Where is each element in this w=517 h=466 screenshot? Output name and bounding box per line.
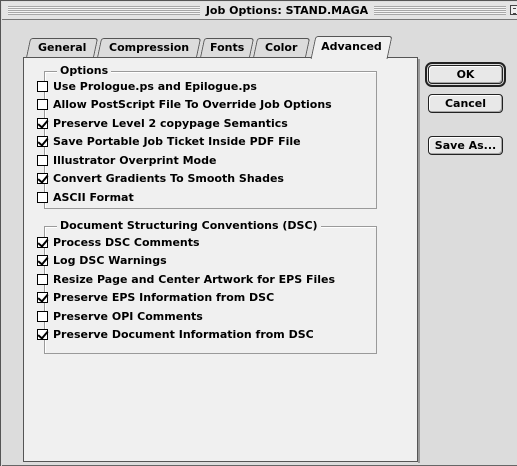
dsc-preserve-doc-info[interactable]: Preserve Document Information from DSC xyxy=(37,326,314,342)
option-ascii-format[interactable]: ASCII Format xyxy=(37,189,134,205)
checkbox-preserve-doc-info[interactable] xyxy=(37,328,48,340)
checkbox-process-dsc[interactable] xyxy=(37,236,48,248)
tab-advanced[interactable]: Advanced xyxy=(310,36,393,59)
dsc-resize-page[interactable]: Resize Page and Center Artwork for EPS F… xyxy=(37,271,335,287)
tab-fonts[interactable]: Fonts xyxy=(199,38,255,58)
title-bar-stripes-right xyxy=(374,6,506,15)
option-use-prologue[interactable]: Use Prologue.ps and Epilogue.ps xyxy=(37,78,257,94)
tab-compression[interactable]: Compression xyxy=(96,38,202,58)
dsc-preserve-opi-label: Preserve OPI Comments xyxy=(53,309,203,323)
option-preserve-copypage-label: Preserve Level 2 copypage Semantics xyxy=(53,116,288,130)
checkbox-preserve-eps-info[interactable] xyxy=(37,291,48,303)
option-preserve-copypage[interactable]: Preserve Level 2 copypage Semantics xyxy=(37,115,288,131)
tab-general-label: General xyxy=(37,41,87,54)
dsc-log-warnings-label: Log DSC Warnings xyxy=(53,253,167,267)
cancel-button[interactable]: Cancel xyxy=(428,94,503,113)
dsc-log-warnings[interactable]: Log DSC Warnings xyxy=(37,252,167,268)
dsc-process-comments-label: Process DSC Comments xyxy=(53,235,200,249)
dsc-process-comments[interactable]: Process DSC Comments xyxy=(37,234,200,250)
dsc-preserve-eps-info[interactable]: Preserve EPS Information from DSC xyxy=(37,289,274,305)
dsc-resize-page-label: Resize Page and Center Artwork for EPS F… xyxy=(53,272,336,286)
option-convert-gradients[interactable]: Convert Gradients To Smooth Shades xyxy=(37,170,284,186)
job-options-dialog: Job Options: STAND.MAGA General Compress… xyxy=(0,0,517,466)
tab-color[interactable]: Color xyxy=(252,38,311,58)
dsc-preserve-doc-info-label: Preserve Document Information from DSC xyxy=(53,327,314,341)
checkbox-preserve-opi[interactable] xyxy=(37,310,48,322)
option-allow-ps-override[interactable]: Allow PostScript File To Override Job Op… xyxy=(37,96,332,112)
dsc-preserve-opi[interactable]: Preserve OPI Comments xyxy=(37,308,203,324)
checkbox-convert-gradients[interactable] xyxy=(37,172,48,184)
checkbox-allow-ps-override[interactable] xyxy=(37,98,48,110)
dsc-preserve-eps-info-label: Preserve EPS Information from DSC xyxy=(53,290,275,304)
checkbox-resize-page[interactable] xyxy=(37,273,48,285)
checkbox-illustrator-overprint[interactable] xyxy=(37,154,48,166)
option-illustrator-overprint-label: Illustrator Overprint Mode xyxy=(53,153,217,167)
option-ascii-format-label: ASCII Format xyxy=(53,190,134,204)
title-bar[interactable]: Job Options: STAND.MAGA xyxy=(2,2,517,20)
checkbox-preserve-copypage[interactable] xyxy=(37,117,48,129)
title-bar-stripes-left xyxy=(8,6,200,15)
option-save-job-ticket[interactable]: Save Portable Job Ticket Inside PDF File xyxy=(37,133,301,149)
tab-fonts-label: Fonts xyxy=(209,41,245,54)
checkbox-ascii-format[interactable] xyxy=(37,191,48,203)
dsc-group-title: Document Structuring Conventions (DSC) xyxy=(57,218,321,234)
option-use-prologue-label: Use Prologue.ps and Epilogue.ps xyxy=(53,79,257,93)
tab-color-label: Color xyxy=(265,41,298,54)
checkbox-save-job-ticket[interactable] xyxy=(37,135,48,147)
checkbox-use-prologue[interactable] xyxy=(37,80,48,92)
window-title: Job Options: STAND.MAGA xyxy=(202,4,372,18)
options-group-title: Options xyxy=(57,63,112,79)
ok-button[interactable]: OK xyxy=(425,62,506,87)
option-illustrator-overprint[interactable]: Illustrator Overprint Mode xyxy=(37,152,216,168)
option-save-job-ticket-label: Save Portable Job Ticket Inside PDF File xyxy=(53,134,301,148)
option-convert-gradients-label: Convert Gradients To Smooth Shades xyxy=(53,171,284,185)
collapse-box-icon[interactable] xyxy=(510,5,517,15)
tab-general[interactable]: General xyxy=(25,38,99,58)
option-allow-ps-override-label: Allow PostScript File To Override Job Op… xyxy=(53,97,332,111)
save-as-button[interactable]: Save As... xyxy=(428,136,503,155)
tab-compression-label: Compression xyxy=(108,41,190,54)
tab-advanced-label: Advanced xyxy=(321,40,382,53)
checkbox-log-dsc-warnings[interactable] xyxy=(37,254,48,266)
panel-shadow xyxy=(418,59,420,463)
